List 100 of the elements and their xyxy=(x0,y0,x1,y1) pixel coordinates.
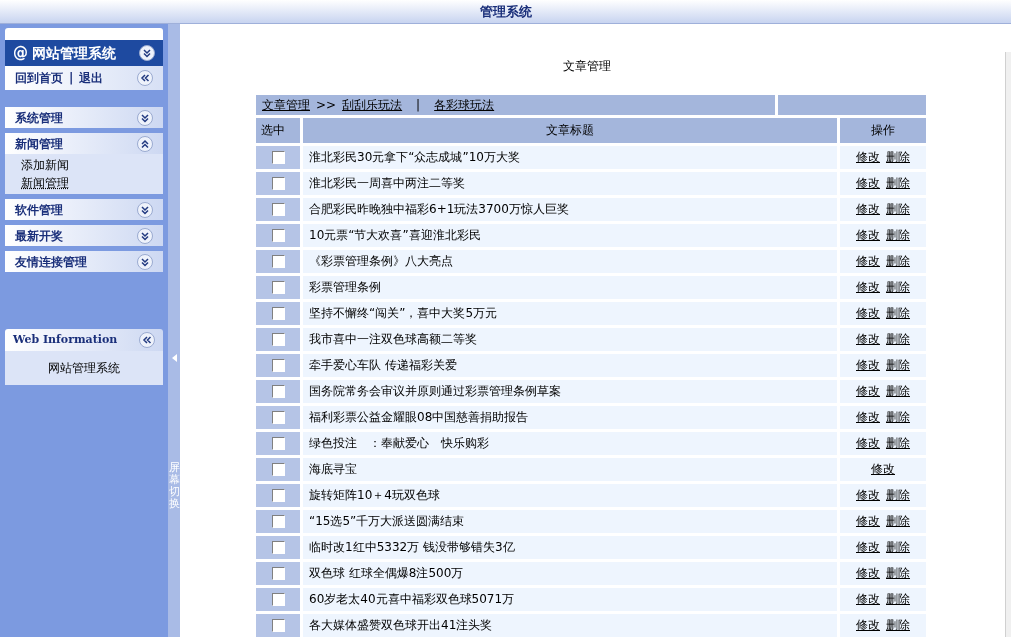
article-title-cell: 我市喜中一注双色球高额二等奖 xyxy=(303,328,837,351)
edit-link[interactable]: 修改 xyxy=(856,330,880,349)
menu-group-header[interactable]: 新闻管理 xyxy=(5,133,163,154)
submenu-item[interactable]: 添加新闻 xyxy=(21,156,69,174)
row-checkbox[interactable] xyxy=(271,385,285,398)
edit-link[interactable]: 修改 xyxy=(856,512,880,531)
edit-link[interactable]: 修改 xyxy=(856,382,880,401)
home-link[interactable]: 回到首页 xyxy=(15,69,63,87)
delete-link[interactable]: 删除 xyxy=(886,174,910,193)
row-checkbox[interactable] xyxy=(271,541,285,554)
article-title-cell: 淮北彩民一周喜中两注二等奖 xyxy=(303,172,837,195)
breadcrumb-link[interactable]: 各彩球玩法 xyxy=(434,96,495,115)
delete-link[interactable]: 删除 xyxy=(886,304,910,323)
collapse-icon[interactable] xyxy=(139,332,155,348)
expand-icon[interactable] xyxy=(137,227,153,244)
header-title: 管理系统 xyxy=(479,2,532,21)
article-title-cell: 彩票管理条例 xyxy=(303,276,837,299)
article-title-cell: 各大媒体盛赞双色球开出41注头奖 xyxy=(303,614,837,637)
article-title-cell: 10元票“节大欢喜”喜迎淮北彩民 xyxy=(303,224,837,247)
edit-link[interactable]: 修改 xyxy=(856,226,880,245)
edit-link[interactable]: 修改 xyxy=(856,408,880,427)
column-header: 文章标题 xyxy=(303,118,837,143)
row-checkbox[interactable] xyxy=(271,307,285,320)
delete-link[interactable]: 删除 xyxy=(886,252,910,271)
edit-link[interactable]: 修改 xyxy=(856,278,880,297)
row-checkbox[interactable] xyxy=(271,437,285,450)
edit-link[interactable]: 修改 xyxy=(856,200,880,219)
row-checkbox[interactable] xyxy=(271,281,285,294)
edit-link[interactable]: 修改 xyxy=(856,590,880,609)
collapse-icon[interactable] xyxy=(137,135,153,152)
article-title-cell: 双色球 红球全偶爆8注500万 xyxy=(303,562,837,585)
article-title-cell: 淮北彩民30元拿下“众志成城”10万大奖 xyxy=(303,146,837,169)
delete-link[interactable]: 删除 xyxy=(886,564,910,583)
menu-group-header[interactable]: 软件管理 xyxy=(5,199,163,220)
article-title-cell: 海底寻宝 xyxy=(303,458,837,481)
delete-link[interactable]: 删除 xyxy=(886,382,910,401)
info-title: Web Information xyxy=(13,331,119,348)
row-checkbox[interactable] xyxy=(271,333,285,346)
menu-group-header[interactable]: 友情连接管理 xyxy=(5,251,163,272)
row-checkbox[interactable] xyxy=(271,255,285,268)
logout-link[interactable]: 退出 xyxy=(79,69,104,87)
edit-link[interactable]: 修改 xyxy=(856,434,880,453)
menu-group-header[interactable]: 最新开奖 xyxy=(5,225,163,246)
breadcrumb-link[interactable]: 刮刮乐玩法 xyxy=(342,96,403,115)
breadcrumb-link[interactable]: 文章管理 xyxy=(262,96,310,115)
row-checkbox[interactable] xyxy=(271,359,285,372)
delete-link[interactable]: 删除 xyxy=(886,330,910,349)
edit-link[interactable]: 修改 xyxy=(856,252,880,271)
edit-link[interactable]: 修改 xyxy=(871,460,895,479)
row-checkbox[interactable] xyxy=(271,229,285,242)
row-checkbox[interactable] xyxy=(271,567,285,580)
delete-link[interactable]: 删除 xyxy=(886,148,910,167)
delete-link[interactable]: 删除 xyxy=(886,434,910,453)
delete-link[interactable]: 删除 xyxy=(886,538,910,557)
expand-icon[interactable] xyxy=(137,109,153,126)
delete-link[interactable]: 删除 xyxy=(886,356,910,375)
expand-icon[interactable] xyxy=(137,253,153,270)
row-checkbox[interactable] xyxy=(271,203,285,216)
link-separator: | xyxy=(69,70,74,87)
edit-link[interactable]: 修改 xyxy=(856,148,880,167)
delete-link[interactable]: 删除 xyxy=(886,278,910,297)
edit-link[interactable]: 修改 xyxy=(856,538,880,557)
edit-link[interactable]: 修改 xyxy=(856,486,880,505)
row-checkbox[interactable] xyxy=(271,177,285,190)
collapse-icon[interactable] xyxy=(139,45,155,61)
row-checkbox[interactable] xyxy=(271,593,285,606)
article-title-cell: 国务院常务会审议并原则通过彩票管理条例草案 xyxy=(303,380,837,403)
article-title-cell: 旋转矩阵10＋4玩双色球 xyxy=(303,484,837,507)
edit-link[interactable]: 修改 xyxy=(856,564,880,583)
splitter-label: 屏幕切换 xyxy=(168,462,180,511)
edit-link[interactable]: 修改 xyxy=(856,616,880,635)
brand-symbol: @ xyxy=(13,42,28,64)
row-checkbox[interactable] xyxy=(271,515,285,528)
article-title-cell: 福利彩票公益金耀眼08中国慈善捐助报告 xyxy=(303,406,837,429)
delete-link[interactable]: 删除 xyxy=(886,226,910,245)
edit-link[interactable]: 修改 xyxy=(856,174,880,193)
article-title-cell: “15选5”千万大派送圆满结束 xyxy=(303,510,837,533)
delete-link[interactable]: 删除 xyxy=(886,590,910,609)
row-checkbox[interactable] xyxy=(271,489,285,502)
row-checkbox[interactable] xyxy=(271,151,285,164)
article-title-cell: 《彩票管理条例》八大亮点 xyxy=(303,250,837,273)
row-checkbox[interactable] xyxy=(271,619,285,632)
menu-group-header[interactable]: 系统管理 xyxy=(5,107,163,128)
edit-link[interactable]: 修改 xyxy=(856,356,880,375)
article-title-cell: 牵手爱心车队 传递福彩关爱 xyxy=(303,354,837,377)
collapse-icon[interactable] xyxy=(137,70,153,86)
column-header: 操作 xyxy=(840,118,926,143)
delete-link[interactable]: 删除 xyxy=(886,616,910,635)
row-checkbox[interactable] xyxy=(271,463,285,476)
delete-link[interactable]: 删除 xyxy=(886,486,910,505)
delete-link[interactable]: 删除 xyxy=(886,408,910,427)
edit-link[interactable]: 修改 xyxy=(856,304,880,323)
delete-link[interactable]: 删除 xyxy=(886,200,910,219)
article-title-cell: 绿色投注 ：奉献爱心 快乐购彩 xyxy=(303,432,837,455)
delete-link[interactable]: 删除 xyxy=(886,512,910,531)
breadcrumb-arrow: >> xyxy=(316,97,337,115)
submenu-item[interactable]: 新闻管理 xyxy=(21,174,69,192)
row-checkbox[interactable] xyxy=(271,411,285,424)
breadcrumb-separator: | xyxy=(416,97,421,115)
expand-icon[interactable] xyxy=(137,201,153,218)
